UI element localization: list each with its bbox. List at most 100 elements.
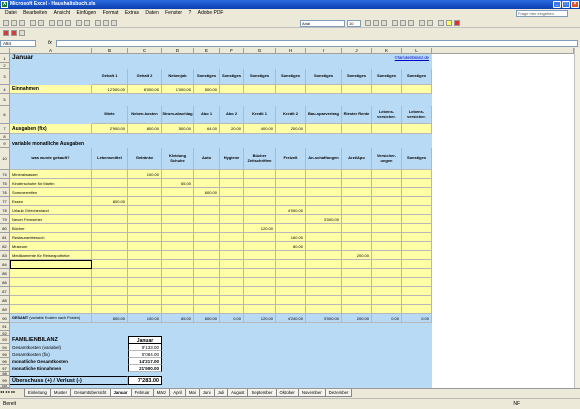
expense-cell[interactable] bbox=[244, 269, 276, 278]
fixed-value-cell[interactable]: 200.00 bbox=[276, 124, 306, 134]
redo-icon[interactable] bbox=[84, 20, 90, 26]
row-header[interactable]: 93 bbox=[0, 336, 10, 344]
expense-cell[interactable] bbox=[220, 260, 244, 269]
expense-cell[interactable] bbox=[220, 197, 244, 206]
close-button[interactable]: × bbox=[571, 1, 579, 8]
expense-cell[interactable] bbox=[244, 278, 276, 287]
expense-cell[interactable] bbox=[402, 215, 432, 224]
item-cell[interactable] bbox=[10, 260, 92, 269]
menu-format[interactable]: Format bbox=[103, 10, 119, 16]
menu-help[interactable]: ? bbox=[188, 10, 191, 16]
expense-cell[interactable] bbox=[372, 296, 402, 305]
expense-cell[interactable] bbox=[402, 179, 432, 188]
expense-cell[interactable] bbox=[306, 170, 342, 179]
expense-cell[interactable] bbox=[220, 305, 244, 314]
row-header[interactable]: 78 bbox=[0, 206, 10, 215]
income-value-cell[interactable] bbox=[244, 85, 276, 94]
expense-cell[interactable] bbox=[92, 233, 128, 242]
expense-cell[interactable]: 120.00 bbox=[244, 224, 276, 233]
expense-cell[interactable] bbox=[342, 197, 372, 206]
expense-cell[interactable] bbox=[92, 260, 128, 269]
row-header[interactable]: 10 bbox=[0, 148, 10, 170]
sheet-tab[interactable]: Januar bbox=[109, 389, 132, 397]
menu-daten[interactable]: Daten bbox=[145, 10, 158, 16]
expense-cell[interactable] bbox=[342, 287, 372, 296]
row-header[interactable]: 9 bbox=[0, 140, 10, 148]
expense-cell[interactable] bbox=[306, 188, 342, 197]
row-header[interactable]: 7 bbox=[0, 124, 10, 134]
expense-cell[interactable] bbox=[220, 224, 244, 233]
tab-scroll-arrows[interactable]: ◂◂ ◂ ▸ ▸▸ bbox=[0, 389, 24, 394]
sheet-tab[interactable]: September bbox=[247, 389, 277, 397]
expense-cell[interactable] bbox=[372, 197, 402, 206]
expense-cell[interactable] bbox=[342, 224, 372, 233]
row-header[interactable]: 96 bbox=[0, 358, 10, 365]
menu-datei[interactable]: Datei bbox=[5, 10, 17, 16]
expense-cell[interactable] bbox=[194, 296, 220, 305]
expense-cell[interactable] bbox=[372, 260, 402, 269]
expense-cell[interactable]: 3'000.00 bbox=[306, 215, 342, 224]
print-icon[interactable] bbox=[30, 20, 36, 26]
expense-cell[interactable] bbox=[194, 260, 220, 269]
expense-cell[interactable] bbox=[128, 287, 162, 296]
expense-cell[interactable] bbox=[342, 260, 372, 269]
expense-cell[interactable] bbox=[276, 170, 306, 179]
expense-cell[interactable] bbox=[128, 224, 162, 233]
income-value-cell[interactable] bbox=[402, 85, 432, 94]
row-header[interactable]: 87 bbox=[0, 287, 10, 296]
expense-cell[interactable] bbox=[128, 242, 162, 251]
bold-icon[interactable] bbox=[365, 20, 371, 26]
expense-cell[interactable] bbox=[342, 215, 372, 224]
income-value-cell[interactable]: 8'000.00 bbox=[128, 85, 162, 94]
expense-cell[interactable]: 160.00 bbox=[276, 233, 306, 242]
website-link[interactable]: ©familienbilanz.de bbox=[372, 56, 432, 63]
expense-cell[interactable] bbox=[306, 224, 342, 233]
preview-icon[interactable] bbox=[38, 20, 44, 26]
income-value-cell[interactable] bbox=[306, 85, 342, 94]
expense-cell[interactable] bbox=[162, 260, 194, 269]
expense-cell[interactable] bbox=[372, 179, 402, 188]
item-cell[interactable] bbox=[10, 296, 92, 305]
expense-cell[interactable] bbox=[306, 251, 342, 260]
expense-cell[interactable] bbox=[244, 179, 276, 188]
income-value-cell[interactable] bbox=[220, 85, 244, 94]
expense-cell[interactable] bbox=[92, 251, 128, 260]
row-header[interactable]: 79 bbox=[0, 215, 10, 224]
chart-icon[interactable] bbox=[111, 20, 117, 26]
sheet-tab[interactable]: März bbox=[152, 389, 171, 397]
expense-cell[interactable] bbox=[244, 251, 276, 260]
expense-cell[interactable] bbox=[244, 287, 276, 296]
expense-cell[interactable] bbox=[244, 260, 276, 269]
income-value-cell[interactable]: 500.00 bbox=[194, 85, 220, 94]
expense-cell[interactable]: 4'000.00 bbox=[276, 206, 306, 215]
expense-cell[interactable] bbox=[306, 179, 342, 188]
pdf-email-icon[interactable] bbox=[11, 30, 17, 36]
expense-cell[interactable] bbox=[128, 296, 162, 305]
currency-icon[interactable] bbox=[419, 20, 425, 26]
item-cell[interactable]: Bücher bbox=[10, 224, 92, 233]
expense-cell[interactable] bbox=[162, 296, 194, 305]
expense-cell[interactable] bbox=[162, 215, 194, 224]
expense-cell[interactable] bbox=[306, 305, 342, 314]
expense-cell[interactable] bbox=[402, 233, 432, 242]
new-icon[interactable] bbox=[3, 20, 9, 26]
pdf-create-icon[interactable] bbox=[3, 30, 9, 36]
item-cell[interactable] bbox=[10, 287, 92, 296]
expense-cell[interactable] bbox=[220, 278, 244, 287]
expense-cell[interactable]: 200.00 bbox=[342, 251, 372, 260]
income-value-cell[interactable]: 12'000.00 bbox=[92, 85, 128, 94]
row-header[interactable]: 86 bbox=[0, 278, 10, 287]
row-header[interactable]: 88 bbox=[0, 296, 10, 305]
expense-cell[interactable] bbox=[306, 242, 342, 251]
row-header[interactable]: 85 bbox=[0, 269, 10, 278]
undo-icon[interactable] bbox=[76, 20, 82, 26]
expense-cell[interactable] bbox=[194, 278, 220, 287]
expense-cell[interactable] bbox=[194, 170, 220, 179]
menu-einfuegen[interactable]: Einfügen bbox=[76, 10, 96, 16]
expense-cell[interactable] bbox=[402, 224, 432, 233]
fixed-value-cell[interactable]: 500.00 bbox=[162, 124, 194, 134]
sheet-tab[interactable]: Muster bbox=[49, 389, 72, 397]
expense-cell[interactable] bbox=[342, 296, 372, 305]
expense-cell[interactable] bbox=[372, 224, 402, 233]
expense-cell[interactable] bbox=[162, 269, 194, 278]
